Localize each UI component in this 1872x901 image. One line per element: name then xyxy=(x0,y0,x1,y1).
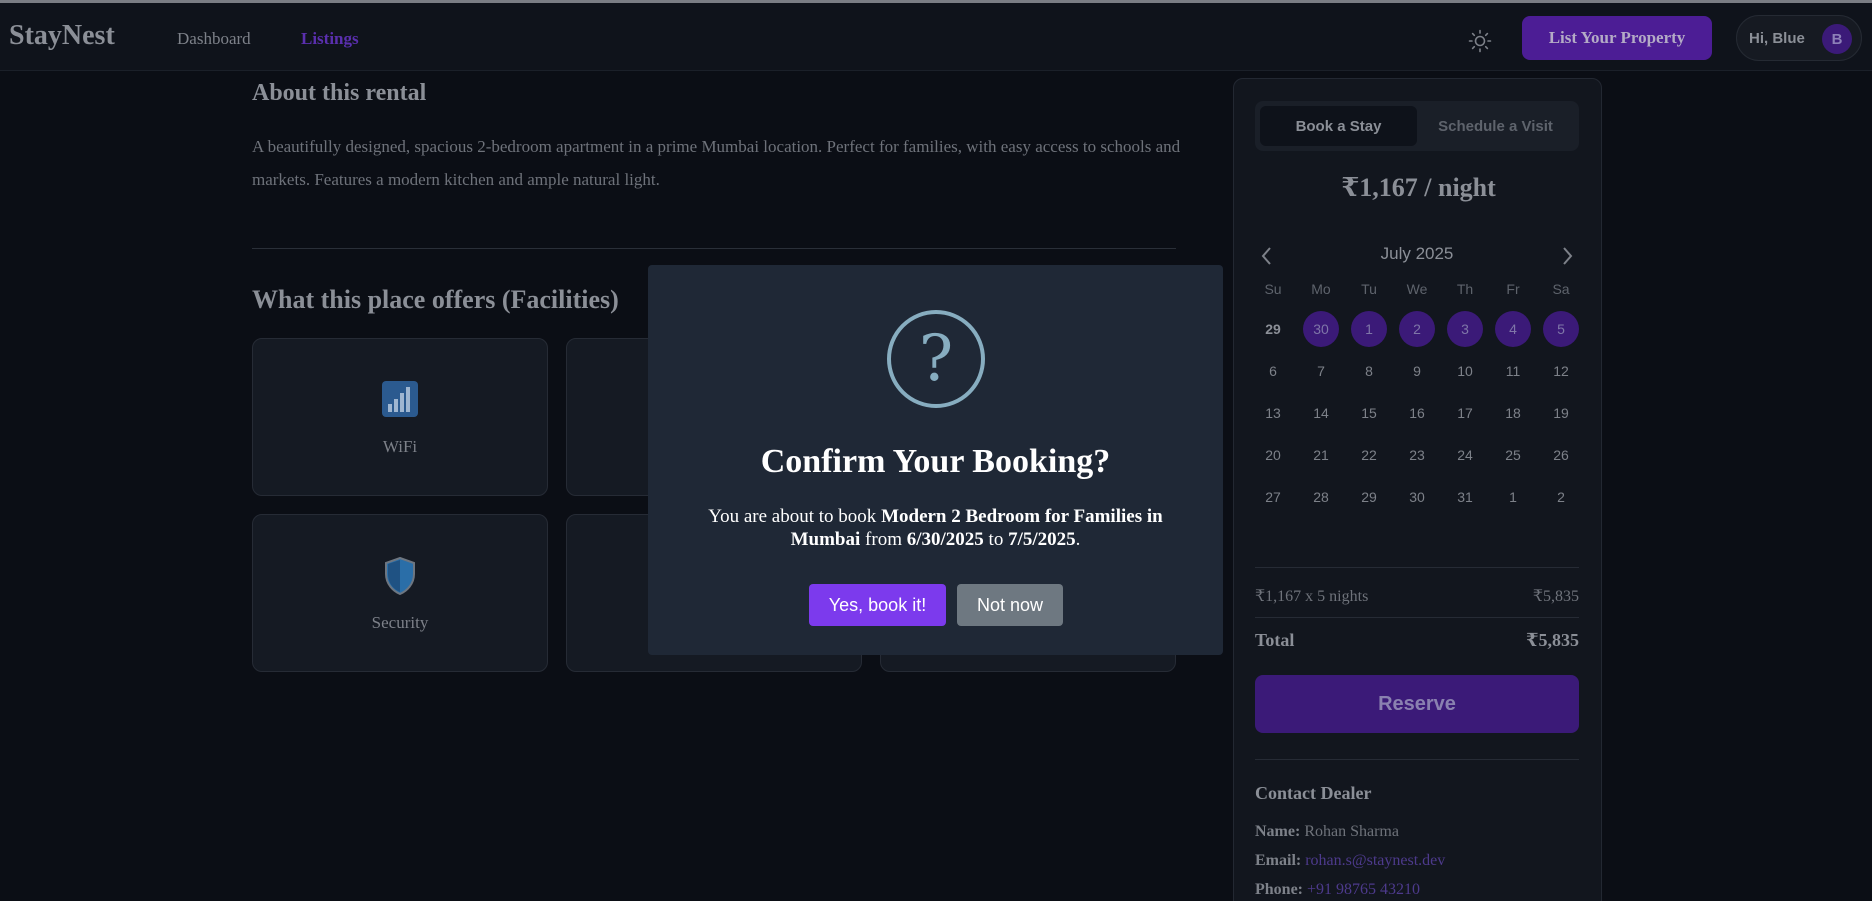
weekday-label: Tu xyxy=(1361,281,1377,297)
calendar-day[interactable]: 10 xyxy=(1447,353,1483,389)
calendar-day[interactable]: 20 xyxy=(1255,437,1291,473)
calendar-day[interactable]: 4 xyxy=(1495,311,1531,347)
weekday-label: Th xyxy=(1456,281,1474,297)
nights-calc-label: ₹1,167 x 5 nights xyxy=(1255,588,1369,605)
calendar-day[interactable]: 30 xyxy=(1303,311,1339,347)
divider xyxy=(1255,759,1579,760)
contact-phone: Phone: +91 98765 43210 xyxy=(1255,881,1421,898)
calendar-day[interactable]: 14 xyxy=(1303,395,1339,431)
calendar-day[interactable]: 16 xyxy=(1399,395,1435,431)
email-link[interactable]: rohan.s@staynest.dev xyxy=(1305,852,1445,869)
end-date: 7/5/2025 xyxy=(1008,529,1076,550)
calendar-day[interactable]: 31 xyxy=(1447,479,1483,515)
calendar-day[interactable]: 27 xyxy=(1255,479,1291,515)
calendar-day[interactable]: 24 xyxy=(1447,437,1483,473)
calendar-day[interactable]: 2 xyxy=(1543,479,1579,515)
calendar-day[interactable]: 12 xyxy=(1543,353,1579,389)
calendar-month: July 2025 xyxy=(1380,244,1454,263)
calendar-day[interactable]: 13 xyxy=(1255,395,1291,431)
calendar-day[interactable]: 17 xyxy=(1447,395,1483,431)
list-your-property-button[interactable]: List Your Property xyxy=(1522,16,1712,60)
brand-logo[interactable]: StayNest xyxy=(9,20,115,52)
section-divider xyxy=(252,248,1176,249)
total-row: Total ₹5,835 xyxy=(1255,630,1579,651)
user-greeting: Hi, Blue xyxy=(1749,29,1805,47)
modal-message: You are about to book Modern 2 Bedroom f… xyxy=(708,506,1163,550)
calendar-day[interactable]: 18 xyxy=(1495,395,1531,431)
calendar-day[interactable]: 26 xyxy=(1543,437,1579,473)
facility-card-wifi: WiFi xyxy=(252,338,548,496)
nav-link-listings[interactable]: Listings xyxy=(301,29,359,49)
calendar-header: July 2025 xyxy=(1255,244,1579,268)
calendar-day[interactable]: 21 xyxy=(1303,437,1339,473)
calendar-day[interactable]: 7 xyxy=(1303,353,1339,389)
price-breakdown: ₹1,167 x 5 nights ₹5,835 xyxy=(1255,586,1579,606)
calendar-day[interactable]: 5 xyxy=(1543,311,1579,347)
calendar-day[interactable]: 22 xyxy=(1351,437,1387,473)
wifi-signal-icon xyxy=(253,381,547,417)
calendar-day[interactable]: 8 xyxy=(1351,353,1387,389)
calendar-day[interactable]: 11 xyxy=(1495,353,1531,389)
contact-title: Contact Dealer xyxy=(1255,783,1372,803)
calendar-day[interactable]: 28 xyxy=(1303,479,1339,515)
total-value: ₹5,835 xyxy=(1525,630,1579,650)
start-date: 6/30/2025 xyxy=(906,529,984,550)
about-description: A beautifully designed, spacious 2-bedro… xyxy=(252,137,1181,189)
calendar-day[interactable]: 2 xyxy=(1399,311,1435,347)
shield-icon xyxy=(253,557,547,595)
booking-tabs: Book a Stay Schedule a Visit xyxy=(1255,101,1579,151)
tab-book-a-stay[interactable]: Book a Stay xyxy=(1260,106,1417,146)
tab-schedule-a-visit[interactable]: Schedule a Visit xyxy=(1417,106,1574,146)
booking-sidebar: Book a Stay Schedule a Visit ₹1,167 / ni… xyxy=(1233,78,1602,901)
calendar-day[interactable]: 1 xyxy=(1495,479,1531,515)
about-title: About this rental xyxy=(252,80,427,106)
weekday-label: Su xyxy=(1264,281,1282,297)
calendar-day[interactable]: 6 xyxy=(1255,353,1291,389)
calendar-day[interactable]: 19 xyxy=(1543,395,1579,431)
contact-email: Email: rohan.s@staynest.dev xyxy=(1255,852,1446,869)
facility-card-security: Security xyxy=(252,514,548,672)
facility-label: Security xyxy=(371,613,429,632)
divider xyxy=(1255,617,1579,618)
avatar: B xyxy=(1822,24,1852,54)
calendar-day[interactable]: 25 xyxy=(1495,437,1531,473)
weekday-label: Fr xyxy=(1506,281,1520,297)
weekday-label: We xyxy=(1406,281,1428,297)
top-navbar: StayNest Dashboard Listings List Your Pr… xyxy=(0,3,1872,71)
modal-title: Confirm Your Booking? xyxy=(760,443,1111,480)
confirm-booking-button[interactable]: Yes, book it! xyxy=(809,584,946,626)
calendar-day[interactable]: 15 xyxy=(1351,395,1387,431)
calendar-day[interactable]: 30 xyxy=(1399,479,1435,515)
nights-calc-value: ₹5,835 xyxy=(1532,588,1579,605)
calendar-day[interactable]: 9 xyxy=(1399,353,1435,389)
phone-link[interactable]: +91 98765 43210 xyxy=(1307,881,1420,898)
nightly-price: ₹1,167 / night xyxy=(1341,173,1496,202)
divider xyxy=(1255,567,1579,568)
contact-name: Name: Rohan Sharma xyxy=(1255,823,1399,840)
facilities-title: What this place offers (Facilities) xyxy=(252,285,619,314)
facility-label: WiFi xyxy=(382,437,418,456)
cancel-booking-button[interactable]: Not now xyxy=(957,584,1063,626)
calendar-day[interactable]: 29 xyxy=(1351,479,1387,515)
calendar-day[interactable]: 1 xyxy=(1351,311,1387,347)
reserve-button[interactable]: Reserve xyxy=(1255,675,1579,733)
calendar-day[interactable]: 3 xyxy=(1447,311,1483,347)
calendar-day[interactable]: 29 xyxy=(1255,311,1291,347)
weekday-label: Sa xyxy=(1552,281,1570,297)
weekday-label: Mo xyxy=(1311,281,1331,297)
question-icon: ? xyxy=(887,310,985,408)
sun-theme-toggle-icon[interactable] xyxy=(1468,29,1492,53)
chevron-right-icon[interactable] xyxy=(1555,244,1579,268)
confirm-booking-modal: ? Confirm Your Booking? You are about to… xyxy=(648,265,1223,655)
nav-link-dashboard[interactable]: Dashboard xyxy=(177,29,251,49)
total-label: Total xyxy=(1255,630,1295,650)
user-menu[interactable]: Hi, Blue B xyxy=(1736,15,1862,61)
calendar-day[interactable]: 23 xyxy=(1399,437,1435,473)
